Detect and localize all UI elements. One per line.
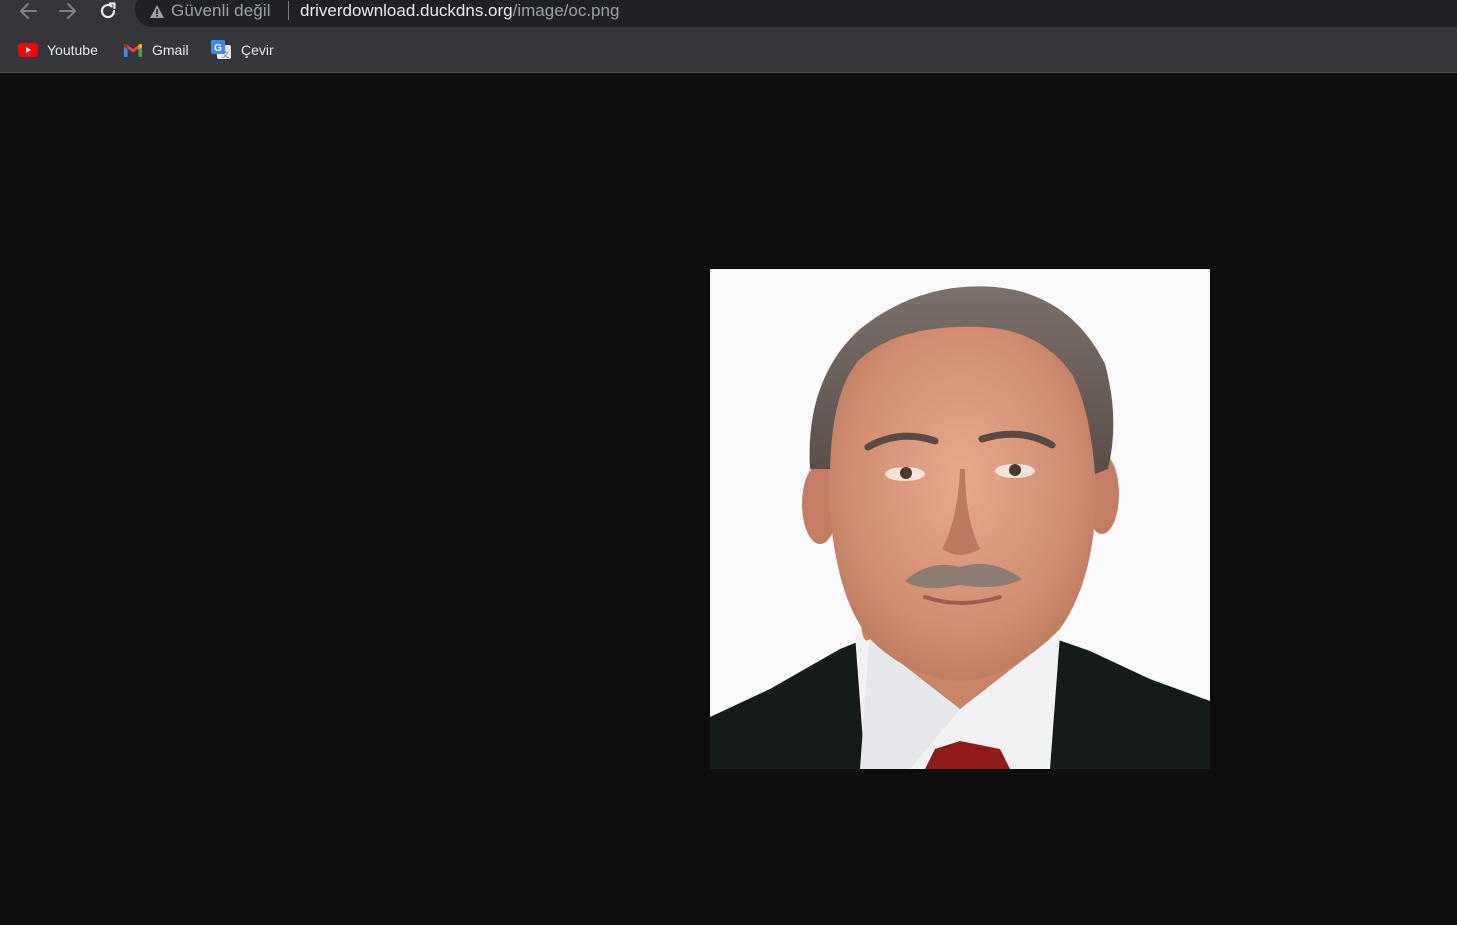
browser-toolbar: Güvenli değil driverdownload.duckdns.org… bbox=[0, 0, 1457, 27]
google-translate-icon: G 文 bbox=[211, 40, 231, 59]
svg-text:文: 文 bbox=[222, 50, 229, 59]
bookmark-label: Çevir bbox=[241, 42, 274, 58]
back-button[interactable] bbox=[16, 0, 40, 22]
portrait-illustration bbox=[710, 269, 1210, 769]
omnibox-separator bbox=[288, 1, 289, 20]
svg-text:G: G bbox=[214, 43, 222, 54]
url-path: /image/oc.png bbox=[512, 1, 620, 20]
reload-icon bbox=[100, 2, 116, 19]
bookmark-gmail[interactable]: Gmail bbox=[123, 39, 189, 61]
bookmark-label: Gmail bbox=[152, 42, 189, 58]
url-host: driverdownload.duckdns.org bbox=[300, 1, 513, 20]
forward-button[interactable] bbox=[56, 0, 80, 22]
bookmark-label: Youtube bbox=[47, 42, 98, 58]
arrow-left-icon bbox=[20, 3, 37, 19]
gmail-icon bbox=[124, 43, 142, 57]
security-indicator[interactable]: Güvenli değil bbox=[149, 0, 271, 22]
bookmarks-bar: Youtube Gmail G 文 Çevir bbox=[0, 27, 1457, 73]
youtube-icon bbox=[18, 43, 38, 57]
url-text[interactable]: driverdownload.duckdns.org/image/oc.png bbox=[300, 0, 619, 22]
image-viewer bbox=[0, 73, 1457, 925]
bookmark-youtube[interactable]: Youtube bbox=[18, 39, 98, 61]
portrait-image[interactable] bbox=[710, 269, 1210, 769]
arrow-right-icon bbox=[59, 3, 76, 19]
warning-triangle-icon bbox=[150, 4, 164, 18]
security-label: Güvenli değil bbox=[171, 1, 271, 20]
reload-button[interactable] bbox=[96, 0, 120, 22]
bookmark-cevir[interactable]: G 文 Çevir bbox=[211, 39, 274, 61]
